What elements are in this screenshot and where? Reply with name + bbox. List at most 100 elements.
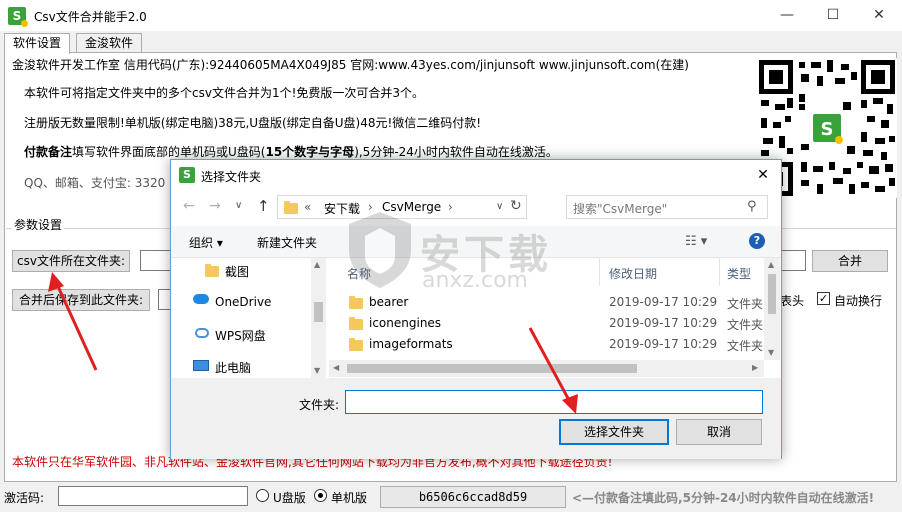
payment-note-end: ),5分钟-24小时内软件自动在线激活。 bbox=[354, 145, 558, 159]
wrap-checkbox[interactable]: ✓ bbox=[817, 292, 830, 305]
nav-item-screenshots[interactable]: 截图 bbox=[225, 263, 249, 280]
folder-icon bbox=[205, 264, 219, 277]
info-line-company: 金浚软件开发工作室 信用代码(广东):92440605MA4X049J85 官网… bbox=[12, 58, 689, 72]
search-input[interactable]: 搜索"CsvMerge" bbox=[573, 200, 667, 217]
file-row-date: 2019-09-17 10:29 bbox=[609, 316, 718, 330]
wrap-option-label[interactable]: 自动换行 bbox=[834, 292, 882, 309]
navigation-pane: 截图 OneDrive WPS网盘 此电脑 ▲ ▼ bbox=[171, 258, 327, 378]
file-row-date: 2019-09-17 10:29 bbox=[609, 295, 718, 309]
search-icon[interactable]: ⚲ bbox=[747, 199, 757, 214]
scroll-left-icon[interactable]: ◀ bbox=[333, 363, 339, 372]
source-folder-button[interactable]: csv文件所在文件夹: bbox=[12, 250, 130, 272]
computer-icon bbox=[193, 360, 209, 371]
info-line-payment: 付款备注填写软件界面底部的单机码或U盘码(15个数字与字母),5分钟-24小时内… bbox=[24, 143, 558, 160]
info-line-pricing: 注册版无数量限制!单机版(绑定电脑)38元,U盘版(绑定自备U盘)48元!微信二… bbox=[24, 116, 482, 130]
title-bar[interactable]: S Csv文件合并能手2.0 — ☐ ✕ bbox=[0, 0, 902, 31]
up-arrow-icon[interactable]: ↑ bbox=[257, 197, 270, 215]
info-line-contact: QQ、邮箱、支付宝: 3320 bbox=[24, 176, 166, 190]
new-folder-button[interactable]: 新建文件夹 bbox=[257, 234, 317, 251]
merge-button[interactable]: 合并 bbox=[812, 250, 888, 272]
machine-code-display: b6506c6ccad8d59 bbox=[380, 486, 566, 508]
file-row-name[interactable]: imageformats bbox=[369, 337, 453, 351]
pc-version-label[interactable]: 单机版 bbox=[331, 489, 367, 506]
column-header-date[interactable]: 修改日期 bbox=[609, 265, 657, 282]
column-divider bbox=[719, 258, 720, 286]
dialog-title-bar[interactable]: S 选择文件夹 ✕ bbox=[171, 160, 781, 190]
nav-item-this-pc[interactable]: 此电脑 bbox=[215, 359, 251, 376]
file-row-type: 文件夹 bbox=[727, 339, 764, 353]
maximize-button[interactable]: ☐ bbox=[810, 0, 856, 31]
folder-icon bbox=[349, 296, 363, 309]
save-folder-button[interactable]: 合并后保存到此文件夹: bbox=[12, 289, 150, 311]
breadcrumb-separator-end[interactable]: › bbox=[448, 200, 453, 214]
file-list-hscrollbar[interactable]: ◀ ▶ bbox=[329, 360, 764, 377]
nav-scrollbar[interactable]: ▲ ▼ bbox=[311, 258, 326, 378]
activation-label: 激活码: bbox=[4, 491, 45, 505]
dialog-close-button[interactable]: ✕ bbox=[749, 164, 777, 186]
file-row-name[interactable]: iconengines bbox=[369, 316, 441, 330]
nav-item-onedrive[interactable]: OneDrive bbox=[215, 295, 271, 309]
payment-note-text: 填写软件界面底部的单机码或U盘码( bbox=[72, 145, 266, 159]
dialog-address-row: ← → ∨ ↑ « 安下载 › CsvMerge › ∨ ↻ 搜索"CsvMer… bbox=[171, 190, 781, 226]
payment-note-bold: 15个数字与字母 bbox=[265, 145, 355, 159]
tab-software-settings[interactable]: 软件设置 bbox=[4, 33, 71, 54]
file-row-name[interactable]: bearer bbox=[369, 295, 408, 309]
app-icon: S bbox=[8, 7, 28, 27]
usb-version-label[interactable]: U盘版 bbox=[273, 489, 306, 506]
nav-item-wps-drive[interactable]: WPS网盘 bbox=[215, 327, 266, 344]
header-option-label[interactable]: 表头 bbox=[780, 292, 804, 309]
folder-name-input[interactable] bbox=[345, 390, 763, 414]
search-box[interactable]: 搜索"CsvMerge" ⚲ bbox=[566, 195, 768, 219]
tab-jinjun-software[interactable]: 金浚软件 bbox=[76, 33, 143, 53]
recent-dropdown-icon[interactable]: ∨ bbox=[235, 200, 242, 211]
folder-field-label: 文件夹: bbox=[299, 398, 340, 412]
folder-icon bbox=[349, 317, 363, 330]
dialog-app-icon: S bbox=[179, 167, 195, 183]
file-hscroll-thumb[interactable] bbox=[347, 364, 637, 373]
file-list-vscrollbar[interactable]: ▲ ▼ bbox=[764, 258, 780, 360]
machine-code-hint: <—付款备注填此码,5分钟-24小时内软件自动在线激活! bbox=[572, 491, 875, 505]
column-header-type[interactable]: 类型 bbox=[727, 265, 751, 282]
file-row-type: 文件夹 bbox=[727, 318, 764, 332]
pc-version-radio[interactable] bbox=[314, 489, 327, 502]
cancel-button[interactable]: 取消 bbox=[676, 419, 762, 445]
watermark-shield-icon bbox=[345, 210, 415, 290]
folder-icon bbox=[349, 338, 363, 351]
file-row-date: 2019-09-17 10:29 bbox=[609, 337, 718, 351]
column-divider bbox=[599, 258, 600, 286]
scroll-up-icon[interactable]: ▲ bbox=[314, 260, 320, 269]
close-button[interactable]: ✕ bbox=[856, 0, 902, 31]
activation-input[interactable] bbox=[58, 486, 248, 506]
back-arrow-icon[interactable]: ← bbox=[183, 198, 195, 214]
organize-menu[interactable]: 组织 ▾ bbox=[189, 234, 223, 251]
scroll-down-icon[interactable]: ▼ bbox=[768, 348, 774, 357]
scroll-up-icon[interactable]: ▲ bbox=[768, 260, 774, 269]
select-folder-dialog: S 选择文件夹 ✕ ← → ∨ ↑ « 安下载 › CsvMerge › ∨ ↻… bbox=[170, 159, 782, 459]
window-title: Csv文件合并能手2.0 bbox=[34, 10, 147, 24]
scroll-right-icon[interactable]: ▶ bbox=[752, 363, 758, 372]
forward-arrow-icon[interactable]: → bbox=[209, 198, 221, 214]
help-icon[interactable]: ? bbox=[749, 233, 765, 249]
nav-scroll-thumb[interactable] bbox=[314, 302, 323, 322]
cloud-sync-icon bbox=[195, 328, 209, 338]
usb-version-radio[interactable] bbox=[256, 489, 269, 502]
params-group-label: 参数设置 bbox=[12, 216, 65, 233]
dialog-footer: 文件夹: 选择文件夹 取消 bbox=[171, 378, 781, 459]
address-dropdown-icon[interactable]: ∨ bbox=[496, 201, 503, 212]
svg-text:S: S bbox=[821, 119, 834, 140]
refresh-icon[interactable]: ↻ bbox=[510, 198, 522, 214]
app-window: S Csv文件合并能手2.0 — ☐ ✕ 软件设置 金浚软件 金浚软件开发工作室… bbox=[0, 0, 902, 512]
breadcrumb-overflow[interactable]: « bbox=[304, 200, 311, 214]
folder-icon bbox=[284, 201, 298, 214]
payment-note-label: 付款备注 bbox=[24, 145, 73, 159]
cloud-icon bbox=[193, 294, 209, 304]
file-scroll-thumb[interactable] bbox=[768, 274, 776, 314]
view-options-icon[interactable]: ☷ ▾ bbox=[685, 234, 707, 249]
dialog-title: 选择文件夹 bbox=[201, 170, 262, 184]
file-row-type: 文件夹 bbox=[727, 297, 764, 311]
select-folder-button[interactable]: 选择文件夹 bbox=[559, 419, 669, 445]
watermark-subtext: anxz.com bbox=[422, 268, 528, 293]
info-line-description: 本软件可将指定文件夹中的多个csv文件合并为1个!免费版一次可合并3个。 bbox=[24, 86, 425, 100]
scroll-down-icon[interactable]: ▼ bbox=[314, 366, 320, 375]
minimize-button[interactable]: — bbox=[764, 0, 810, 31]
